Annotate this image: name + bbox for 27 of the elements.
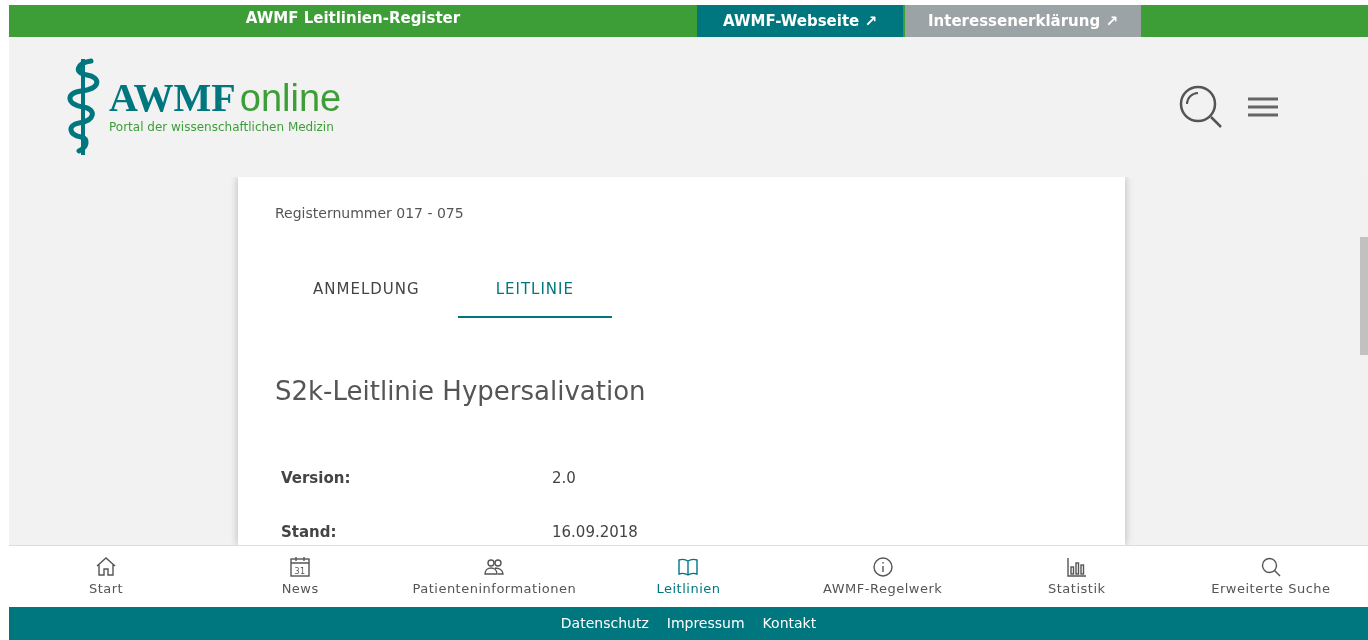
- field-label: Stand:: [281, 522, 338, 543]
- external-link[interactable]: AWMF-Webseite ↗: [697, 5, 903, 37]
- guideline-title: S2k-Leitlinie Hypersalivation: [275, 374, 647, 408]
- field-value: 2.0: [552, 467, 576, 489]
- tab[interactable]: ANMELDUNG: [275, 268, 458, 318]
- footer-link[interactable]: Datenschutz: [560, 613, 649, 634]
- nav-item[interactable]: 31 News: [203, 546, 398, 607]
- awmf-logo[interactable]: AWMFonline Portal der wissenschaftlichen Medizin: [61, 55, 342, 159]
- footer-link[interactable]: Kontakt: [762, 613, 817, 634]
- info-icon: [870, 554, 895, 579]
- nav-item[interactable]: Patienteninformationen: [397, 546, 592, 607]
- tab[interactable]: LEITLINIE: [457, 268, 612, 318]
- logo-subtitle: Portal der wissenschaftlichen Medizin: [109, 119, 335, 136]
- logo-title: AWMF: [109, 75, 236, 120]
- field-value: 16.09.2018: [552, 522, 638, 543]
- nav-item[interactable]: Erweiterte Suche: [1173, 546, 1368, 607]
- footer-link[interactable]: Impressum: [666, 613, 745, 634]
- menu-icon[interactable]: [1248, 97, 1278, 117]
- field-label: Version:: [281, 467, 352, 489]
- nav-item[interactable]: Leitlinien: [591, 546, 786, 607]
- nav-item[interactable]: Start: [9, 546, 204, 607]
- nav-item[interactable]: AWMF-Regelwerk: [785, 546, 980, 607]
- nav-item[interactable]: Statistik: [979, 546, 1174, 607]
- logo-title-suffix: online: [239, 77, 342, 119]
- search-icon[interactable]: [1178, 84, 1224, 130]
- register-number: Registernummer 017 - 075: [275, 204, 465, 223]
- site-title: AWMF Leitlinien-Register: [244, 8, 462, 29]
